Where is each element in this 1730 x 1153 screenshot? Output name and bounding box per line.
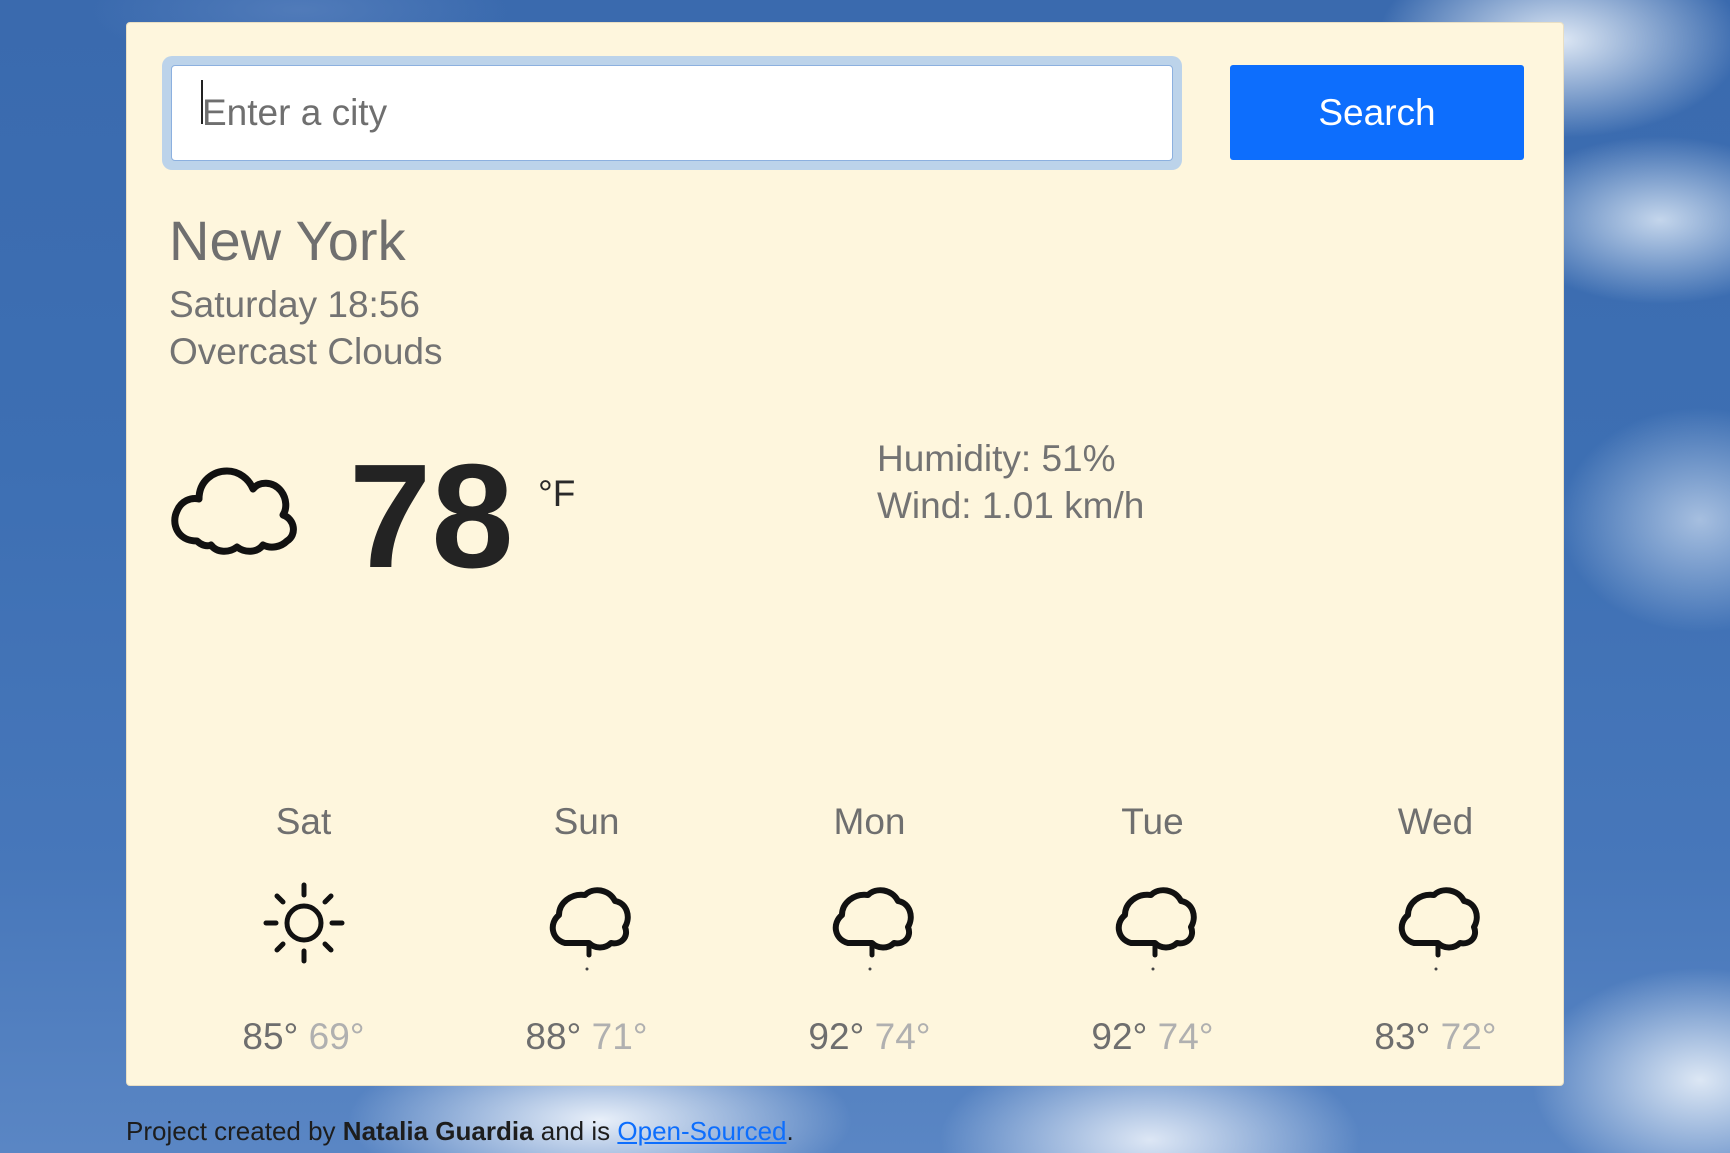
forecast-min-temp: 71°: [591, 1016, 648, 1057]
forecast-min-temp: 72°: [1440, 1016, 1497, 1057]
open-sourced-link[interactable]: Open-Sourced: [617, 1116, 786, 1146]
rain-cloud-icon: [832, 887, 914, 971]
forecast-day-name: Wed: [1397, 801, 1474, 842]
forecast-day-name: Tue: [1121, 801, 1184, 842]
forecast-max-temp: 92°: [808, 1016, 865, 1057]
forecast-day: Wed 83° 72°: [1294, 793, 1577, 1073]
rain-cloud-icon: [1115, 887, 1197, 971]
forecast-max-temp: 92°: [1091, 1016, 1148, 1057]
footer: Project created by Natalia Guardia and i…: [126, 1118, 794, 1144]
wind-speed: Wind: 1.01 km/h: [877, 485, 1145, 526]
forecast-temps: 88° 71°: [445, 1018, 728, 1055]
forecast-temps: 92° 74°: [728, 1018, 1011, 1055]
forecast-day: Sun 88° 71°: [445, 793, 728, 1073]
rain-cloud-icon: [1398, 887, 1480, 971]
cloud-icon: [171, 467, 297, 555]
footer-suffix: .: [786, 1116, 794, 1146]
footer-author: Natalia Guardia: [342, 1116, 534, 1146]
forecast-day: Tue 92° 74°: [1011, 793, 1294, 1073]
forecast-row: Sat 85° 69° Sun 88° 71° Mon 92° 74° Tue …: [162, 793, 1577, 1073]
forecast-min-temp: 74°: [1157, 1016, 1214, 1057]
rain-cloud-icon: [549, 887, 631, 971]
footer-middle: and is: [540, 1116, 611, 1146]
forecast-day-name: Mon: [833, 801, 906, 842]
forecast-day-name: Sat: [275, 801, 332, 842]
temperature-unit: °F: [538, 473, 576, 514]
search-input[interactable]: [171, 65, 1173, 161]
forecast-temps: 83° 72°: [1294, 1018, 1577, 1055]
forecast-day: Mon 92° 74°: [728, 793, 1011, 1073]
current-temperature: 78: [349, 434, 514, 599]
humidity: Humidity: 51%: [877, 438, 1116, 479]
forecast-temps: 85° 69°: [162, 1018, 445, 1055]
forecast-max-temp: 83°: [1374, 1016, 1431, 1057]
forecast-max-temp: 88°: [525, 1016, 582, 1057]
weather-description: Overcast Clouds: [169, 331, 443, 372]
search-button[interactable]: Search: [1230, 65, 1524, 160]
sun-icon: [263, 882, 344, 964]
forecast-max-temp: 85°: [242, 1016, 299, 1057]
forecast-temps: 92° 74°: [1011, 1018, 1294, 1055]
forecast-min-temp: 69°: [308, 1016, 365, 1057]
forecast-day: Sat 85° 69°: [162, 793, 445, 1073]
text-caret: [201, 80, 203, 124]
footer-prefix: Project created by: [126, 1116, 336, 1146]
current-datetime: Saturday 18:56: [169, 284, 420, 325]
forecast-day-name: Sun: [553, 801, 620, 842]
forecast-min-temp: 74°: [874, 1016, 931, 1057]
weather-card: Search New York Saturday 18:56 Overcast …: [126, 22, 1564, 1086]
city-name: New York: [169, 209, 406, 272]
search-input-focus-ring: [162, 56, 1182, 170]
